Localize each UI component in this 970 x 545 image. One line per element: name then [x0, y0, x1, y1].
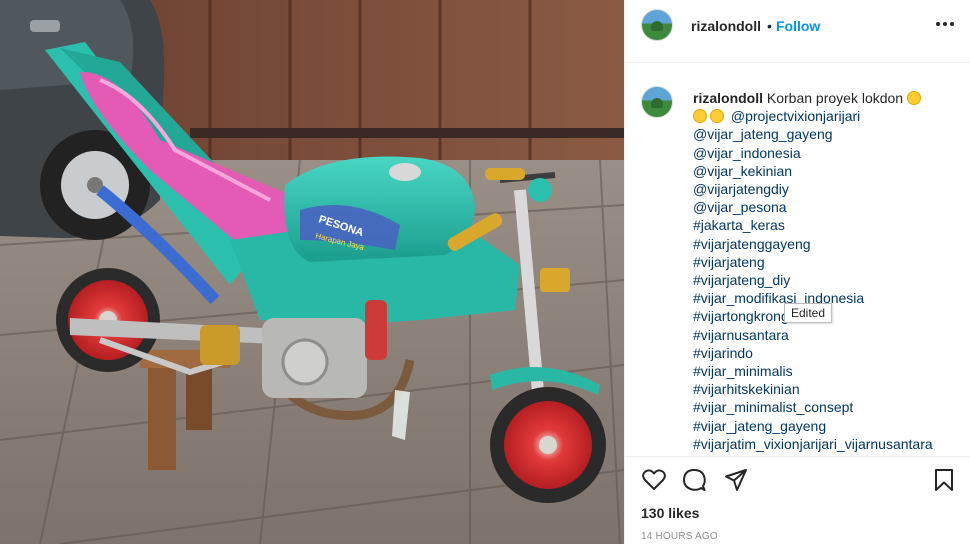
caption-avatar[interactable]: [641, 86, 673, 118]
caption-area: rizalondoll Korban proyek lokdon @projec…: [625, 74, 970, 454]
hashtag-link[interactable]: #vijarindo: [693, 344, 963, 362]
post-detail-panel: rizalondoll • Follow rizalondoll Korban …: [624, 0, 970, 544]
post-timestamp: 14 HOURS AGO: [641, 531, 718, 542]
mention-link[interactable]: @vijar_indonesia: [693, 144, 963, 162]
caption-username[interactable]: rizalondoll: [693, 90, 763, 106]
bookmark-icon[interactable]: [931, 467, 957, 493]
hashtag-link[interactable]: #vijar_jateng_gayeng: [693, 417, 963, 435]
hashtag-link[interactable]: #vijarjatim_vixionjarijari_vijarnusantar…: [693, 435, 963, 453]
heart-icon[interactable]: [641, 467, 667, 493]
hashtag-link[interactable]: #vijarjatenggayeng: [693, 235, 963, 253]
follow-button[interactable]: Follow: [776, 18, 820, 34]
username-link[interactable]: rizalondoll: [691, 18, 761, 34]
hashtag-link[interactable]: #vijarjateng_diy: [693, 271, 963, 289]
avatar[interactable]: [641, 9, 673, 41]
mention-link[interactable]: @vijar_pesona: [693, 198, 963, 216]
rofl-emoji-icon: [710, 109, 724, 124]
mention-link[interactable]: @projectvixionjarijari: [731, 108, 860, 124]
rofl-emoji-icon: [693, 109, 707, 124]
hashtag-link[interactable]: #vijarjateng: [693, 253, 963, 271]
hashtag-link[interactable]: #vijarnusantara: [693, 326, 963, 344]
post-header: rizalondoll • Follow: [625, 0, 970, 63]
hashtag-link[interactable]: #vijar_minimalist_consept: [693, 398, 963, 416]
caption-text: Korban proyek lokdon: [766, 90, 904, 106]
hashtag-link[interactable]: #jakarta_keras: [693, 216, 963, 234]
mention-link[interactable]: @vijar_jateng_gayeng: [693, 125, 963, 143]
edited-tooltip: Edited: [784, 303, 833, 323]
comment-icon[interactable]: [681, 467, 707, 493]
mention-link[interactable]: @vijar_kekinian: [693, 162, 963, 180]
share-icon[interactable]: [723, 467, 749, 493]
likes-count[interactable]: 130 likes: [641, 505, 699, 521]
post-photo[interactable]: PESONA Harapan Jaya: [0, 0, 624, 544]
more-horizontal-icon[interactable]: [935, 21, 955, 27]
post-actions: 130 likes 14 HOURS AGO: [625, 456, 970, 545]
laughing-emoji-icon: [906, 91, 921, 105]
caption: rizalondoll Korban proyek lokdon @projec…: [693, 89, 963, 453]
separator-dot: •: [767, 18, 772, 34]
hashtag-link[interactable]: #vijar_minimalis: [693, 362, 963, 380]
hashtag-link[interactable]: #vijarhitskekinian: [693, 380, 963, 398]
mention-link[interactable]: @vijarjatengdiy: [693, 180, 963, 198]
motorcycle-photo: PESONA Harapan Jaya: [0, 0, 624, 544]
